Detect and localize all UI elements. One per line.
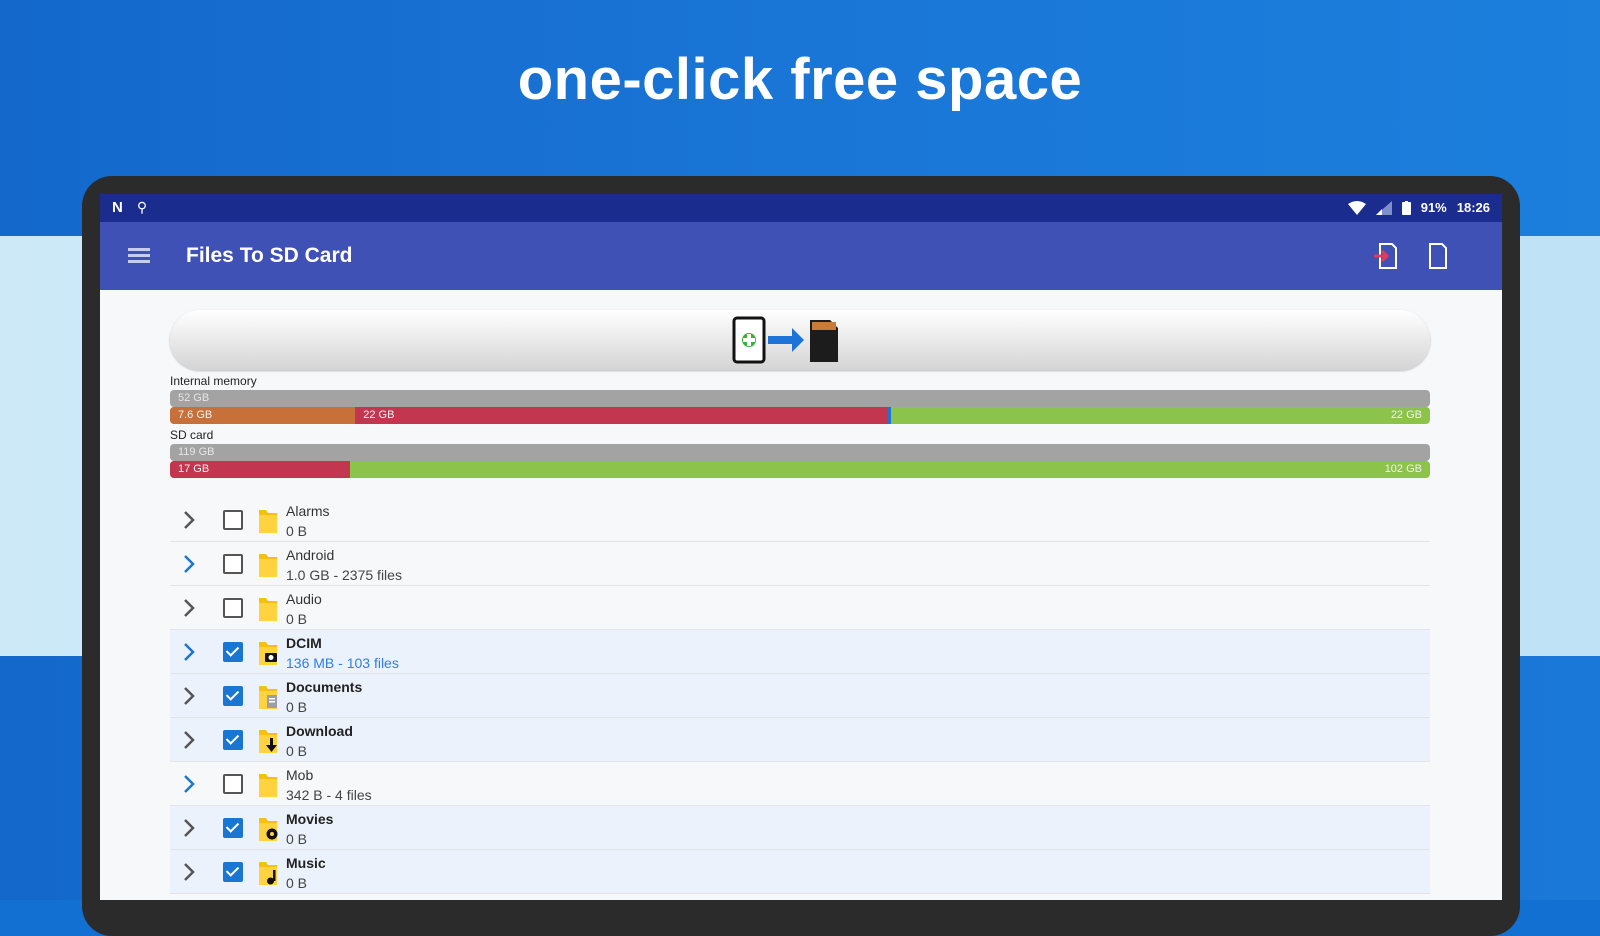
internal-total-bar: 52 GB (170, 390, 1430, 407)
folder-row[interactable]: Audio 0 B (170, 586, 1430, 630)
folder-checkbox[interactable] (223, 818, 243, 838)
folder-row[interactable]: Documents 0 B (170, 674, 1430, 718)
folder-row[interactable]: Movies 0 B (170, 806, 1430, 850)
sd-seg-used: 17 GB (170, 461, 351, 478)
folder-name: DCIM (286, 635, 322, 651)
folder-name: Documents (286, 679, 363, 695)
folder-icon (259, 554, 277, 577)
folder-size: 0 B (286, 523, 308, 539)
folder-icon (259, 642, 277, 665)
chevron-right-icon[interactable] (182, 730, 196, 750)
chevron-right-icon[interactable] (182, 862, 196, 882)
chevron-right-icon[interactable] (182, 642, 196, 662)
internal-seg-movable-text: 22 GB (363, 409, 395, 421)
notification-n-icon: N (112, 199, 123, 216)
folder-size: 0 B (286, 831, 308, 847)
internal-seg-movable: 22 GB (355, 407, 892, 424)
wifi-icon (1347, 200, 1366, 215)
sd-total-text: 119 GB (178, 446, 215, 458)
clock: 18:26 (1456, 200, 1490, 215)
chevron-right-icon[interactable] (182, 686, 196, 706)
folder-checkbox[interactable] (223, 510, 243, 530)
folder-row[interactable]: Notifications (170, 894, 1430, 900)
folder-row[interactable]: Mob 342 B - 4 files (170, 762, 1430, 806)
folder-checkbox[interactable] (223, 774, 243, 794)
internal-memory-label: Internal memory (170, 374, 257, 388)
folder-row[interactable]: Android 1.0 GB - 2375 files (170, 542, 1430, 586)
folder-name: Movies (286, 811, 334, 827)
internal-seg-other-text: 7.6 GB (178, 409, 213, 421)
app-screen: N ⚲ 91% 18:26 Files To SD Card Internal … (100, 194, 1502, 900)
internal-usage-bar: 7.6 GB 22 GB 22 GB (170, 407, 1430, 424)
transfer-button[interactable] (170, 310, 1430, 370)
status-bar: N ⚲ 91% 18:26 (100, 194, 1502, 222)
folder-size: 0 B (286, 611, 308, 627)
chevron-right-icon[interactable] (182, 510, 196, 530)
folder-name: Audio (286, 591, 322, 607)
signal-icon (1375, 200, 1392, 215)
sd-card-label: SD card (170, 428, 214, 442)
chevron-right-icon[interactable] (182, 554, 196, 574)
folder-icon (259, 774, 277, 797)
usb-icon: ⚲ (136, 199, 148, 215)
folder-name: Download (286, 723, 353, 739)
sd-total-bar: 119 GB (170, 444, 1430, 461)
folder-checkbox[interactable] (223, 862, 243, 882)
folder-icon (259, 598, 277, 621)
folder-name: Music (286, 855, 326, 871)
internal-free-text: 22 GB (1390, 409, 1422, 421)
folder-row[interactable]: Download 0 B (170, 718, 1430, 762)
folder-icon (259, 730, 277, 753)
folder-size: 0 B (286, 699, 308, 715)
battery-icon (1401, 200, 1411, 215)
folder-icon (259, 862, 277, 885)
folder-row[interactable]: DCIM 136 MB - 103 files (170, 630, 1430, 674)
menu-icon[interactable] (128, 248, 150, 264)
move-to-sd-icon[interactable] (1372, 242, 1398, 270)
phone-to-sd-icon (732, 316, 838, 364)
folder-size: 0 B (286, 875, 308, 891)
folder-name: Android (286, 547, 335, 563)
folder-icon (259, 818, 278, 841)
chevron-right-icon[interactable] (182, 818, 196, 838)
folder-row[interactable]: Alarms 0 B (170, 498, 1430, 542)
sd-free-text: 102 GB (1384, 463, 1422, 475)
folder-name: Alarms (286, 503, 330, 519)
chevron-right-icon[interactable] (182, 774, 196, 794)
headline: one-click free space (517, 47, 1083, 112)
folder-size: 0 B (286, 743, 308, 759)
chevron-right-icon[interactable] (182, 598, 196, 618)
folder-icon (259, 686, 277, 709)
folder-size: 1.0 GB - 2375 files (286, 567, 402, 583)
folder-row[interactable]: Music 0 B (170, 850, 1430, 894)
folder-checkbox[interactable] (223, 730, 243, 750)
sd-seg-used-text: 17 GB (178, 463, 210, 475)
folder-size: 136 MB - 103 files (286, 655, 399, 671)
folder-checkbox[interactable] (223, 686, 243, 706)
app-title: Files To SD Card (186, 244, 353, 267)
internal-seg-other: 7.6 GB (170, 407, 356, 424)
sd-usage-bar: 17 GB 102 GB (170, 461, 1430, 478)
folder-checkbox[interactable] (223, 598, 243, 618)
folder-checkbox[interactable] (223, 642, 243, 662)
folder-name: Mob (286, 767, 314, 783)
folder-size: 342 B - 4 files (286, 787, 372, 803)
app-toolbar: Files To SD Card (100, 222, 1502, 290)
sd-card-icon[interactable] (1424, 242, 1450, 270)
battery-percent: 91% (1420, 200, 1447, 215)
folder-icon (259, 510, 277, 533)
internal-total-text: 52 GB (178, 392, 210, 404)
folder-list: Alarms 0 B Android 1.0 GB - 2375 files Audio… (170, 498, 1430, 900)
folder-checkbox[interactable] (223, 554, 243, 574)
